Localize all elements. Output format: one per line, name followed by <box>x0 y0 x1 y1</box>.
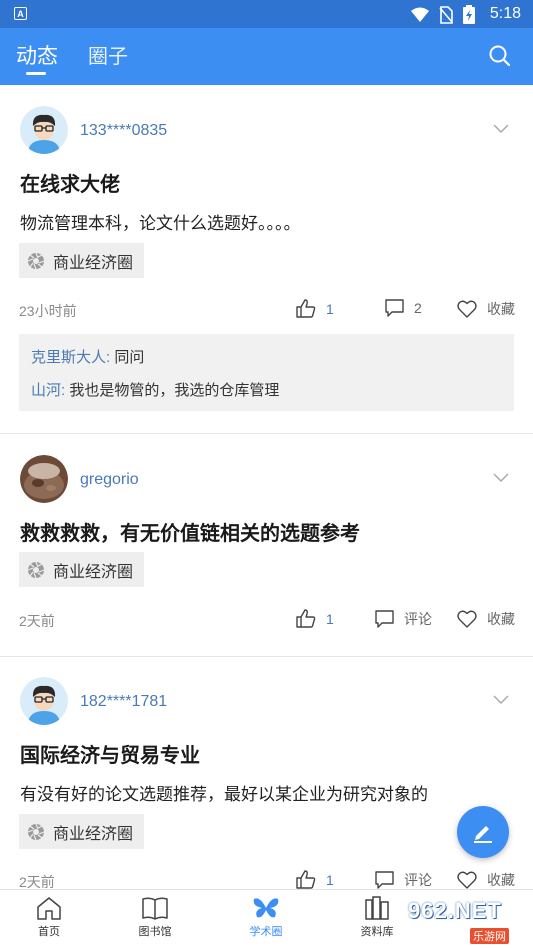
post-username[interactable]: 133****0835 <box>80 122 167 140</box>
comment-author[interactable]: 山河: <box>31 382 65 399</box>
favorite-button[interactable]: 收藏 <box>457 870 515 890</box>
butterfly-icon <box>253 898 279 918</box>
nav-library-label: 图书馆 <box>138 926 172 938</box>
tab-circle-label: 圈子 <box>88 46 128 68</box>
nav-item-library[interactable]: 图书馆 <box>115 896 195 939</box>
comment-button[interactable]: 评论 <box>375 609 432 629</box>
nav-item-database[interactable]: 资料库 <box>337 896 417 939</box>
comment-item: 山河: 我也是物管的，我选的仓库管理 <box>31 379 279 400</box>
compose-fab-button[interactable] <box>457 806 509 858</box>
no-sim-icon <box>439 5 453 24</box>
favorite-label: 收藏 <box>487 301 515 317</box>
search-icon[interactable] <box>489 45 511 67</box>
watermark-logo: 962.NET <box>408 898 502 923</box>
favorite-button[interactable]: 收藏 <box>457 299 515 319</box>
comment-item: 克里斯大人: 同问 <box>31 346 144 367</box>
comment-text: 我也是物管的，我选的仓库管理 <box>65 382 280 399</box>
post-tag-label: 商业经济圈 <box>53 563 134 581</box>
tab-circle[interactable]: 圈子 <box>88 40 128 69</box>
comment-button[interactable]: 2 <box>385 299 422 317</box>
comment-text: 同问 <box>110 349 145 366</box>
comment-preview-box[interactable]: 克里斯大人: 同问 山河: 我也是物管的，我选的仓库管理 <box>19 334 514 411</box>
nav-home-label: 首页 <box>38 926 60 938</box>
tab-dynamic-label: 动态 <box>16 45 58 68</box>
post-tag[interactable]: 商业经济圈 <box>19 814 145 849</box>
like-count: 1 <box>326 871 334 888</box>
post-tag[interactable]: 商业经济圈 <box>19 552 145 587</box>
status-time: 5:18 <box>489 5 521 22</box>
aperture-icon <box>27 561 45 578</box>
avatar[interactable] <box>20 677 68 725</box>
post-tag-label: 商业经济圈 <box>53 825 134 843</box>
like-button[interactable]: 1 <box>296 870 334 889</box>
divider <box>0 656 533 657</box>
post-username[interactable]: 182****1781 <box>80 693 167 711</box>
heart-icon <box>457 871 477 889</box>
comment-icon <box>375 871 394 889</box>
nav-item-academic[interactable]: 学术圈 <box>226 896 306 939</box>
post-tag[interactable]: 商业经济圈 <box>19 243 145 278</box>
post-body[interactable]: 有没有好的论文选题推荐，最好以某企业为研究对象的 <box>20 780 428 805</box>
status-icons <box>411 5 475 24</box>
thumbs-up-icon <box>296 870 316 889</box>
post-username[interactable]: gregorio <box>80 471 139 489</box>
heart-icon <box>457 610 477 628</box>
favorite-button[interactable]: 收藏 <box>457 609 515 629</box>
avatar[interactable] <box>20 106 68 154</box>
like-count: 1 <box>326 610 334 627</box>
heart-icon <box>457 300 477 318</box>
comment-icon <box>375 610 394 628</box>
post-tag-label: 商业经济圈 <box>53 254 134 272</box>
comment-count: 2 <box>414 300 422 316</box>
like-button[interactable]: 1 <box>296 299 334 318</box>
post-body[interactable]: 物流管理本科，论文什么选题好。。。。 <box>20 209 301 234</box>
avatar[interactable] <box>20 455 68 503</box>
status-bar: A 5:18 <box>0 0 533 28</box>
top-app-bar: 动态 圈子 <box>0 28 533 85</box>
post-time: 23小时前 <box>19 303 77 319</box>
chevron-down-icon[interactable] <box>493 124 509 134</box>
book-icon <box>142 897 168 920</box>
home-icon <box>37 897 61 920</box>
post-title[interactable]: 在线求大佬 <box>20 168 120 197</box>
thumbs-up-icon <box>296 299 316 318</box>
comment-icon <box>385 299 404 317</box>
comment-author[interactable]: 克里斯大人: <box>31 349 110 366</box>
like-count: 1 <box>326 300 334 317</box>
tab-dynamic[interactable]: 动态 <box>16 40 58 75</box>
post-title[interactable]: 救救救救，有无价值链相关的选题参考 <box>20 517 360 546</box>
wifi-icon <box>411 7 429 22</box>
post-time: 2天前 <box>19 613 55 629</box>
library-icon <box>365 896 389 920</box>
comment-label: 评论 <box>404 872 432 888</box>
notification-a-icon: A <box>14 7 27 20</box>
favorite-label: 收藏 <box>487 611 515 627</box>
comment-button[interactable]: 评论 <box>375 870 432 890</box>
post-title[interactable]: 国际经济与贸易专业 <box>20 739 200 768</box>
battery-icon <box>463 5 475 24</box>
thumbs-up-icon <box>296 609 316 628</box>
nav-item-home[interactable]: 首页 <box>9 896 89 939</box>
watermark-subtitle: 乐游网 <box>470 928 509 944</box>
aperture-icon <box>27 823 45 840</box>
chevron-down-icon[interactable] <box>493 695 509 705</box>
favorite-label: 收藏 <box>487 872 515 888</box>
aperture-icon <box>27 252 45 269</box>
divider <box>0 433 533 434</box>
edit-pen-icon <box>474 826 492 843</box>
chevron-down-icon[interactable] <box>493 473 509 483</box>
tab-active-indicator <box>26 72 46 75</box>
comment-label: 评论 <box>404 611 432 627</box>
like-button[interactable]: 1 <box>296 609 334 628</box>
nav-academic-label: 学术圈 <box>249 926 283 938</box>
nav-database-label: 资料库 <box>360 926 394 938</box>
